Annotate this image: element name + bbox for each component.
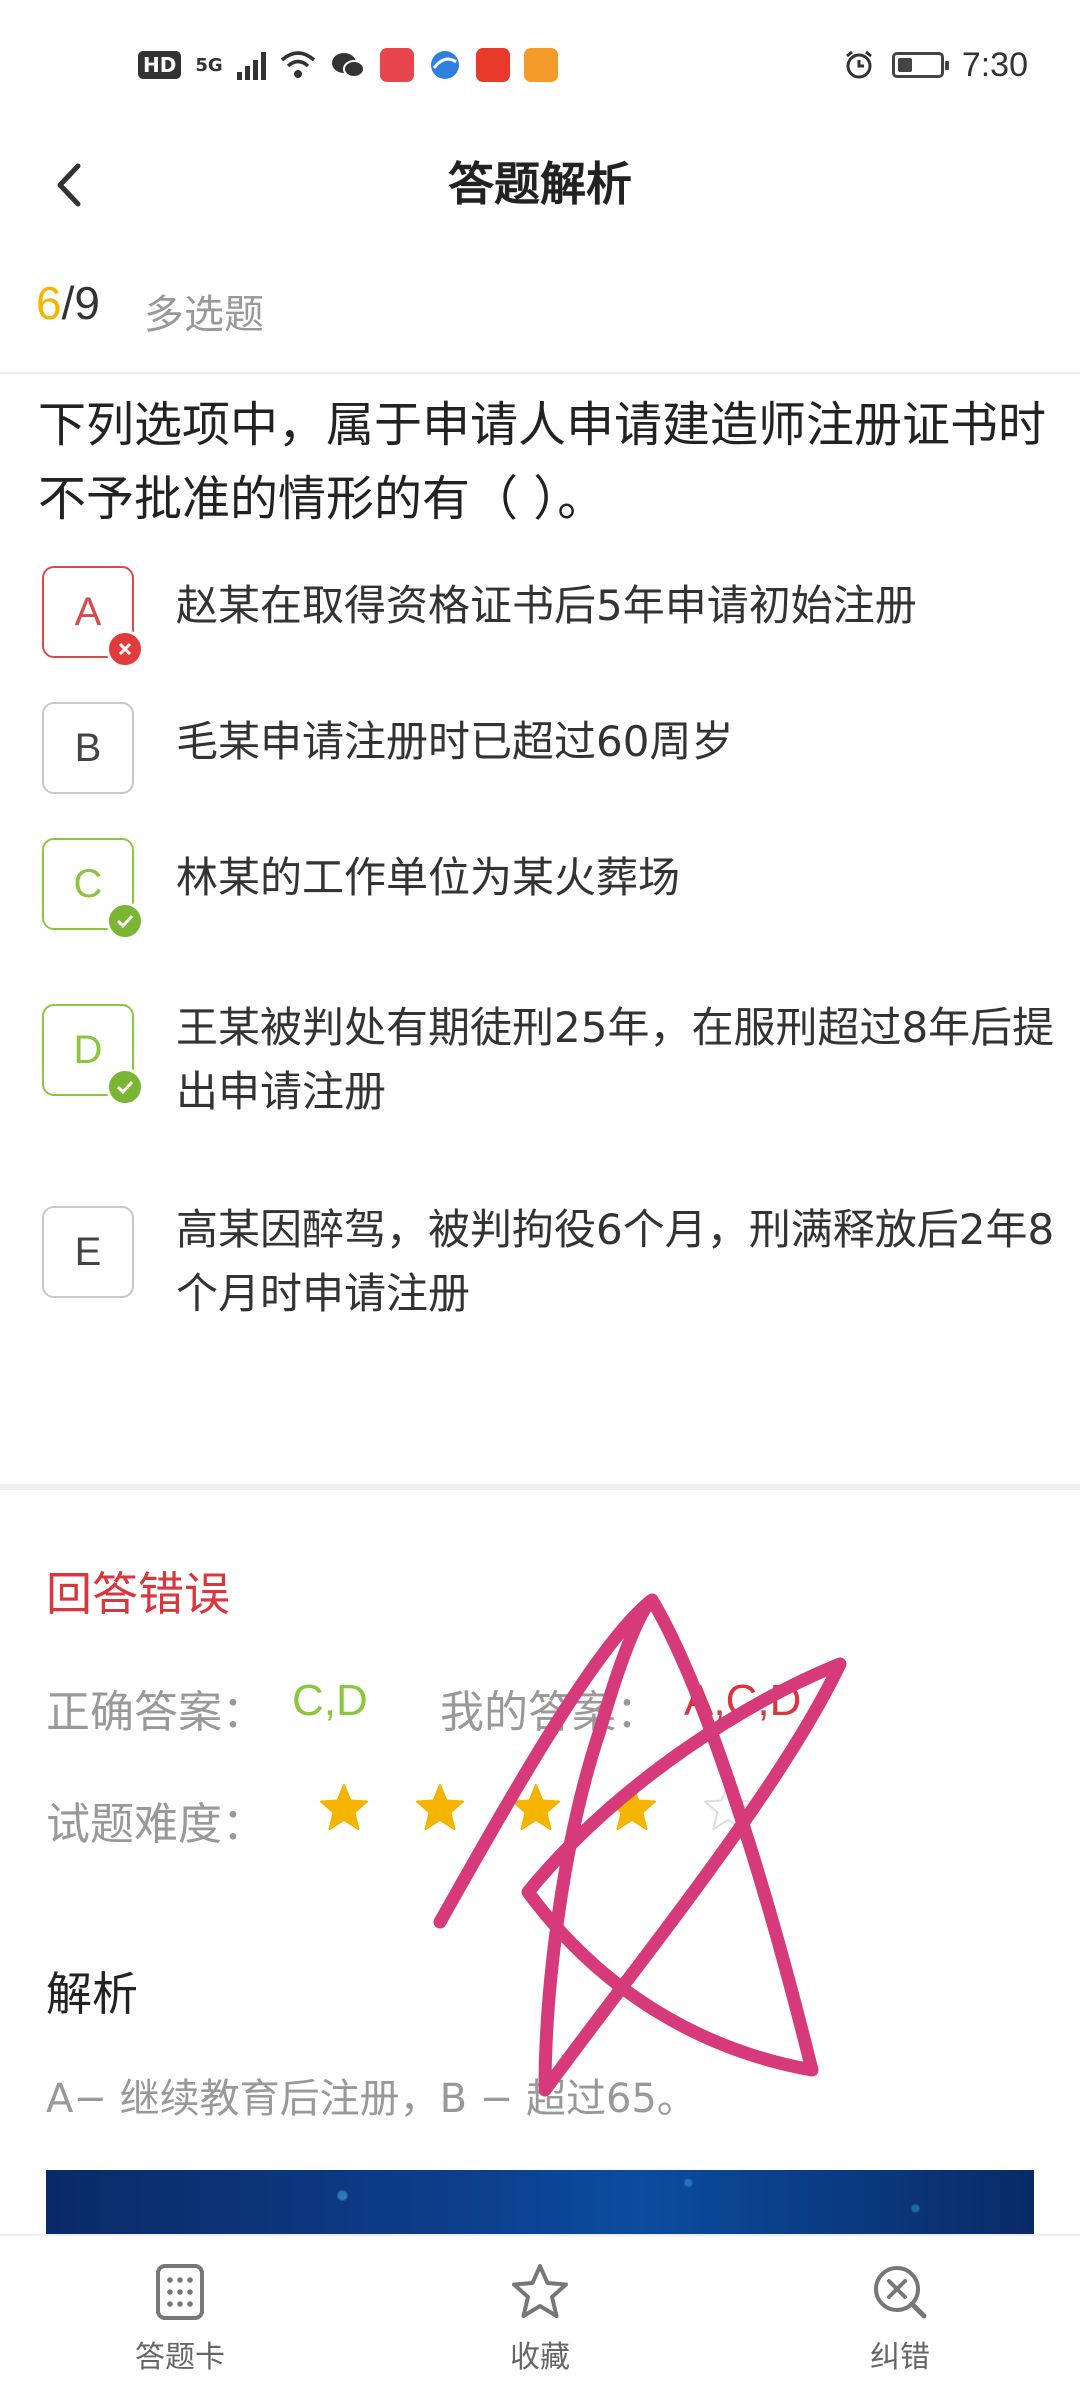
browser-app-icon — [430, 51, 459, 79]
title-bar: 答题解析 — [0, 130, 1080, 240]
wifi-icon — [280, 51, 315, 78]
star-empty-icon — [704, 1784, 752, 1830]
option-letter: D — [73, 1027, 103, 1072]
correct-mark-icon — [106, 902, 144, 940]
battery-level — [897, 58, 912, 72]
star-filled-icon — [608, 1784, 656, 1830]
tab-label: 收藏 — [510, 2340, 570, 2375]
status-right-icons: 7:30 — [844, 44, 1028, 86]
progress-separator: / — [61, 277, 75, 329]
battery-icon — [891, 52, 949, 78]
star-outline-icon — [512, 2264, 568, 2318]
answer-card-icon — [156, 2264, 204, 2320]
tab-favorite[interactable]: 收藏 — [440, 2260, 640, 2376]
video-app-icon — [523, 48, 558, 82]
option-d-box[interactable]: D — [42, 1004, 144, 1106]
question-type: 多选题 — [144, 292, 264, 338]
my-answer-label: 我的答案： — [440, 1687, 660, 1738]
difficulty-label: 试题难度： — [46, 1799, 266, 1850]
wrong-mark-icon — [106, 630, 144, 668]
error-report-icon — [874, 2266, 927, 2319]
tab-error-report[interactable]: 纠错 — [800, 2260, 1000, 2376]
signal-icon — [236, 50, 266, 80]
bottom-tab-bar: 答题卡 收藏 纠错 — [0, 2234, 1080, 2402]
option-e-box[interactable]: E — [42, 1206, 134, 1298]
page-title: 答题解析 — [448, 157, 632, 211]
option-text: 林某的工作单位为某火葬场 — [176, 853, 681, 902]
tab-answer-card[interactable]: 答题卡 — [80, 2260, 280, 2376]
analysis-text: A− 继续教育后注册，B − 超过65。 — [46, 2076, 697, 2122]
tab-label: 答题卡 — [135, 2340, 225, 2375]
hd-badge: HD — [138, 51, 182, 79]
total-questions: 9 — [74, 277, 100, 329]
option-text: 王某被判处有期徒刑25年，在服刑超过8年后提出申请注册 — [176, 1003, 1055, 1116]
correct-answer-value: C,D — [292, 1676, 368, 1725]
ad-banner[interactable] — [46, 2170, 1034, 2234]
option-letter: C — [73, 861, 103, 906]
tab-label: 纠错 — [870, 2340, 930, 2375]
question-progress: 6/9 — [36, 276, 100, 330]
alarm-icon — [845, 50, 872, 79]
current-question-number: 6 — [36, 277, 62, 329]
correct-answer-label: 正确答案： — [46, 1687, 266, 1738]
divider — [0, 372, 1080, 374]
my-answer-value: A,C,D — [684, 1676, 802, 1725]
star-filled-icon — [416, 1784, 464, 1830]
status-bar: HD 5G 7:30 — [0, 0, 1080, 130]
option-text: 高某因醉驾，被判拘役6个月，刑满释放后2年8个月时申请注册 — [176, 1205, 1055, 1318]
difficulty-rating — [318, 1782, 754, 1834]
wechat-icon — [331, 53, 365, 78]
option-text: 毛某申请注册时已超过60周岁 — [176, 717, 734, 766]
option-text: 赵某在取得资格证书后5年申请初始注册 — [176, 581, 917, 630]
status-left-icons: HD 5G — [138, 44, 558, 86]
star-filled-icon — [320, 1784, 368, 1830]
option-letter: B — [74, 725, 102, 770]
reader-app-icon — [379, 48, 414, 82]
result-status: 回答错误 — [46, 1567, 230, 1621]
section-divider — [0, 1484, 1080, 1490]
star-filled-icon — [512, 1784, 560, 1830]
correct-mark-icon — [106, 1068, 144, 1106]
option-c-box[interactable]: C — [42, 838, 144, 940]
network-type: 5G — [195, 54, 223, 76]
option-letter: A — [74, 589, 102, 634]
analysis-title: 解析 — [46, 1967, 138, 2021]
clock-time: 7:30 — [961, 45, 1028, 84]
taobao-app-icon — [475, 48, 510, 82]
question-text: 下列选项中，属于申请人申请建造师注册证书时不予批准的情形的有（ ）。 — [38, 397, 1047, 527]
option-b-box[interactable]: B — [42, 702, 134, 794]
option-a-box[interactable]: A — [42, 566, 144, 668]
option-letter: E — [74, 1229, 102, 1274]
